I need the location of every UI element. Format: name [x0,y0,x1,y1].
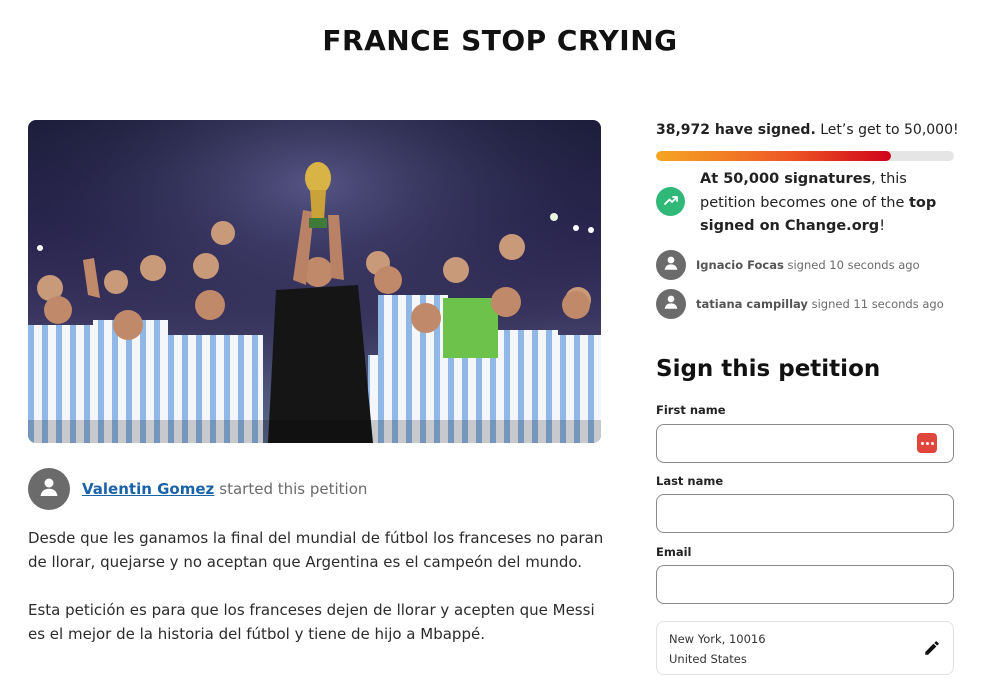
author-action: started this petition [219,480,368,498]
petition-title: FRANCE STOP CRYING [322,24,678,57]
person-icon [662,254,680,276]
pencil-icon[interactable] [923,639,941,657]
last-name-label: Last name [656,474,724,488]
signer-name: tatiana campillay [696,297,808,311]
signer-name: Ignacio Focas [696,258,784,272]
signature-progress-fill [656,151,892,161]
petition-author: Valentin Gomez started this petition [28,467,367,511]
person-icon [662,293,680,315]
avatar [28,468,70,510]
signature-goal: Let’s get to 50,000! [820,122,959,138]
author-name-link[interactable]: Valentin Gomez [82,480,214,498]
signature-count: 38,972 have signed. Let’s get to 50,000! [656,122,959,138]
signer-action: signed 10 seconds ago [787,258,920,272]
avatar [656,289,686,319]
milestone-copy: ! [879,218,886,234]
petition-description-paragraph: Esta petición es para que los franceses … [28,601,595,643]
location-selector[interactable]: New York, 10016 United States [656,621,954,675]
recent-signer-text: tatiana campillay signed 11 seconds ago [696,297,944,311]
milestone-text: At 50,000 signatures, this petition beco… [700,168,962,239]
location-city: New York, 10016 [669,632,766,646]
sign-petition-heading: Sign this petition [656,356,881,382]
milestone-bold: At 50,000 signatures [700,171,872,187]
email-field[interactable] [656,565,954,604]
recent-signer-text: Ignacio Focas signed 10 seconds ago [696,258,920,272]
signature-count-value: 38,972 have signed. [656,122,816,138]
signature-progress-bar [656,151,954,161]
recent-signer: Ignacio Focas signed 10 seconds ago [656,250,920,280]
petition-hero-image [28,120,601,443]
signer-action: signed 11 seconds ago [811,297,944,311]
last-name-field[interactable] [656,494,954,533]
password-manager-icon[interactable] [917,433,937,453]
petition-description-paragraph: Desde que les ganamos la final del mundi… [28,529,604,571]
petition-page: FRANCE STOP CRYING Valentin Gomez starte… [0,0,1000,684]
author-line: Valentin Gomez started this petition [82,480,367,498]
first-name-label: First name [656,403,726,417]
avatar [656,250,686,280]
first-name-field[interactable] [656,424,954,463]
trending-up-icon [663,192,679,212]
recent-signer: tatiana campillay signed 11 seconds ago [656,289,944,319]
person-icon [37,475,61,503]
email-label: Email [656,545,692,559]
milestone-badge [656,187,685,216]
location-country: United States [669,652,747,666]
